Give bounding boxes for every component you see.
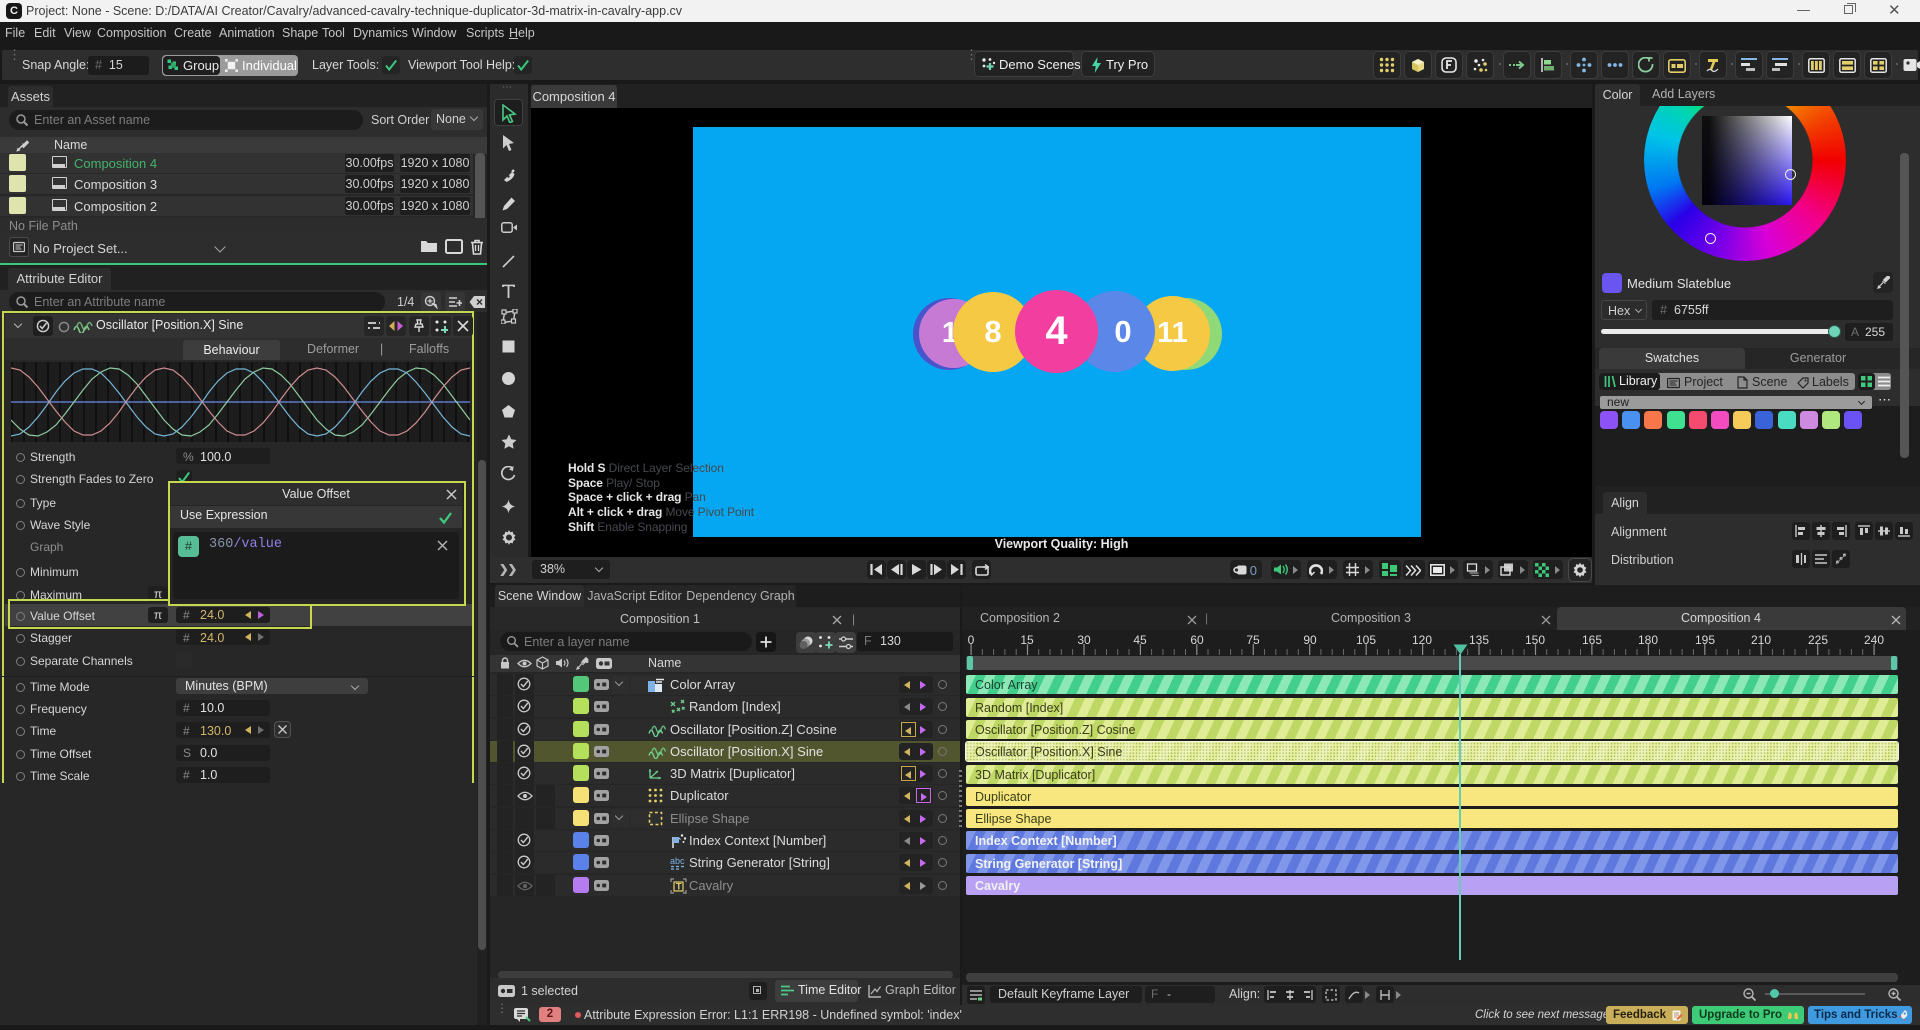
svg-text:T: T xyxy=(676,882,682,892)
svg-text:abc: abc xyxy=(670,856,685,866)
